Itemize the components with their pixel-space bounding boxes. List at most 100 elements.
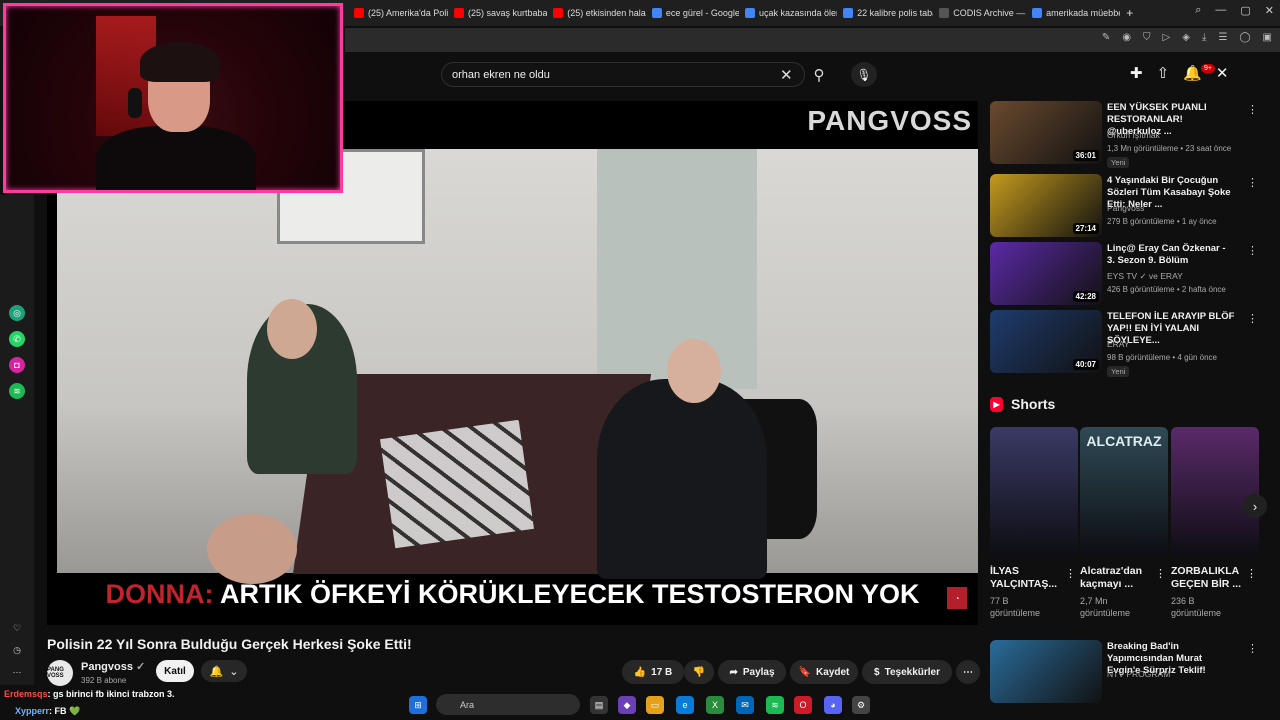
short-title[interactable]: İLYAS YALÇINTAŞ... [990,565,1062,591]
kebab-menu-icon[interactable]: ⋮ [1247,176,1258,189]
close-window-icon[interactable]: ✕ [1265,4,1274,17]
kebab-menu-icon[interactable]: ⋮ [1247,642,1258,655]
browser-tab[interactable]: amerikada müebbet h [1026,2,1120,24]
tab-label: (25) Amerika'da Polis ... [368,8,448,18]
recommended-video[interactable]: Breaking Bad'in Yapımcısından Murat Evgi… [990,640,1258,703]
more-icon[interactable]: ⋯ [9,664,25,680]
recommended-video[interactable]: 27:14 4 Yaşındaki Bir Çocuğun Sözleri Tüm… [990,174,1258,238]
tab-label: uçak kazasında ölen tü [758,8,837,18]
app-icon[interactable]: ◆ [618,696,636,714]
kebab-menu-icon[interactable]: ⋮ [1065,567,1076,580]
like-count: 17 B [651,666,673,678]
play-icon[interactable]: ▷ [1163,32,1171,43]
file-explorer-icon[interactable]: ▭ [646,696,664,714]
kebab-menu-icon[interactable]: ⋮ [1155,567,1166,580]
more-actions-button[interactable]: ⋯ [956,660,980,684]
search-input[interactable]: orhan ekren ne oldu [452,69,550,81]
short-title[interactable]: Alcatraz'dan kaçmayı ... [1080,565,1152,591]
heart-icon[interactable]: ♡ [9,620,25,636]
wallet-icon[interactable]: ▣ [1263,32,1272,43]
browser-tab[interactable]: CODIS Archive — LE [933,2,1026,24]
create-icon[interactable]: ✚ [1130,64,1143,82]
recommended-channel[interactable]: Pangvoss [1107,203,1144,213]
recommended-title[interactable]: Linç@ Eray Can Özkenar - 3. Sezon 9. Böl… [1107,243,1235,267]
excel-icon[interactable]: X [706,696,724,714]
short-title[interactable]: ZORBALIKLA GEÇEN BİR ... [1171,565,1243,591]
save-button[interactable]: 🔖 Kaydet [790,660,858,684]
task-view-icon[interactable]: ▤ [590,696,608,714]
microphone-icon[interactable]: 🎙 [851,62,877,87]
chatgpt-icon[interactable]: ◎ [9,305,25,321]
kebab-menu-icon[interactable]: ⋮ [1247,103,1258,116]
channel-avatar[interactable]: PANG VOSS [47,660,73,686]
dislike-button[interactable]: 👎 [684,660,714,684]
like-button[interactable]: 👍 17 B [622,660,684,684]
subscription-bell-button[interactable]: 🔔 ⌄ [201,660,247,682]
browser-tab[interactable]: uçak kazasında ölen tü [739,2,837,24]
share-button[interactable]: ➦ Paylaş [718,660,786,684]
mail-icon[interactable]: ✉ [736,696,754,714]
next-arrow-icon[interactable]: › [1243,494,1267,518]
browser-tab[interactable]: ece gürel - Google'da [646,2,739,24]
video-watermark: PANGVOSS [807,105,972,136]
recommended-channel[interactable]: NTV PROGRAM [1107,669,1170,679]
history-icon[interactable]: ◷ [9,642,25,658]
short-item[interactable]: ALCATRAZ Alcatraz'dan kaçmayı ... 2,7 Mn g… [1080,427,1168,619]
short-item[interactable]: ZORBALIKLA GEÇEN BİR ... 236 B görüntülem… [1171,427,1259,619]
short-item[interactable]: İLYAS YALÇINTAŞ... 77 B görüntüleme ⋮ [990,427,1078,619]
download-icon[interactable]: ⤓ [1202,32,1206,43]
browser-tab[interactable]: (25) Amerika'da Polis ... [348,2,448,24]
shield-icon[interactable]: ⛉ [1143,32,1151,43]
video-thumbnail[interactable]: 27:14 [990,174,1102,237]
recommended-video[interactable]: 36:01 EEN YÜKSEK PUANLI RESTORANLAR! @ube… [990,101,1258,168]
clear-search-icon[interactable]: ✕ [780,66,793,84]
recommended-channel[interactable]: Orkun Işıtmak [1107,130,1160,140]
video-thumbnail[interactable]: 42:28 [990,242,1102,305]
browser-tab[interactable]: (25) etkisinden hala çık [547,2,646,24]
recommended-channel[interactable]: ERAY [1107,339,1130,349]
minimize-icon[interactable]: — [1215,4,1226,17]
thanks-button[interactable]: $ Teşekkürler [862,660,952,684]
address-bar[interactable]: ✎ ◉ ⛉ ▷ ◈ ⤓ ☰ ◯ ▣ [345,28,1280,52]
recommended-video[interactable]: 42:28 Linç@ Eray Can Özkenar - 3. Sezon 9… [990,242,1258,306]
kebab-menu-icon[interactable]: ⋮ [1247,244,1258,257]
browser-tab[interactable]: (25) savaş kurtbaba - Y [448,2,547,24]
spotify-icon[interactable]: ≋ [9,383,25,399]
recommended-video[interactable]: 40:07 TELEFON İLE ARAYIP BLÖF YAP!! EN İY… [990,310,1258,377]
webcam-overlay [3,3,343,193]
short-thumbnail[interactable] [1171,427,1259,557]
menu-icon[interactable]: ☰ [1218,32,1227,43]
upload-icon[interactable]: ⇧ [1157,64,1170,82]
steam-icon[interactable]: ⚙ [852,696,870,714]
maximize-icon[interactable]: ▢ [1240,4,1250,17]
spotify-taskbar-icon[interactable]: ≋ [766,696,784,714]
search-tabs-icon[interactable]: ⌕ [1195,4,1201,17]
discord-icon[interactable]: ◕ [824,696,842,714]
notifications-icon[interactable]: 🔔 [1183,64,1202,82]
camera-icon[interactable]: ◉ [1122,32,1131,43]
recommended-channel[interactable]: EYS TV ✓ ve ERAY [1107,271,1183,282]
kebab-menu-icon[interactable]: ⋮ [1247,312,1258,325]
new-tab-button[interactable]: + [1120,2,1138,24]
browser-tab[interactable]: 22 kalibre polis tabanc [837,2,933,24]
short-thumbnail[interactable]: ALCATRAZ [1080,427,1168,557]
kebab-menu-icon[interactable]: ⋮ [1246,567,1257,580]
join-button[interactable]: Katıl [156,660,194,682]
instagram-icon[interactable]: ◘ [9,357,25,373]
windows-start-icon[interactable]: ⊞ [409,696,427,714]
extension-icon[interactable]: ◈ [1182,32,1190,43]
taskbar-search[interactable]: Ara [436,694,580,715]
share-label: Paylaş [742,666,775,678]
short-thumbnail[interactable] [990,427,1078,557]
search-icon[interactable]: ⚲ [806,62,832,87]
video-thumbnail[interactable]: 36:01 [990,101,1102,164]
opera-icon[interactable]: O [794,696,812,714]
video-thumbnail[interactable]: 40:07 [990,310,1102,373]
search-box[interactable]: orhan ekren ne oldu ✕ [441,62,805,87]
whatsapp-icon[interactable]: ✆ [9,331,25,347]
edit-icon[interactable]: ✎ [1102,32,1110,43]
account-icon[interactable]: ✕ [1216,64,1229,82]
edge-icon[interactable]: e [676,696,694,714]
channel-name[interactable]: Pangvoss ✓ [81,660,145,673]
profile-icon[interactable]: ◯ [1239,32,1250,43]
